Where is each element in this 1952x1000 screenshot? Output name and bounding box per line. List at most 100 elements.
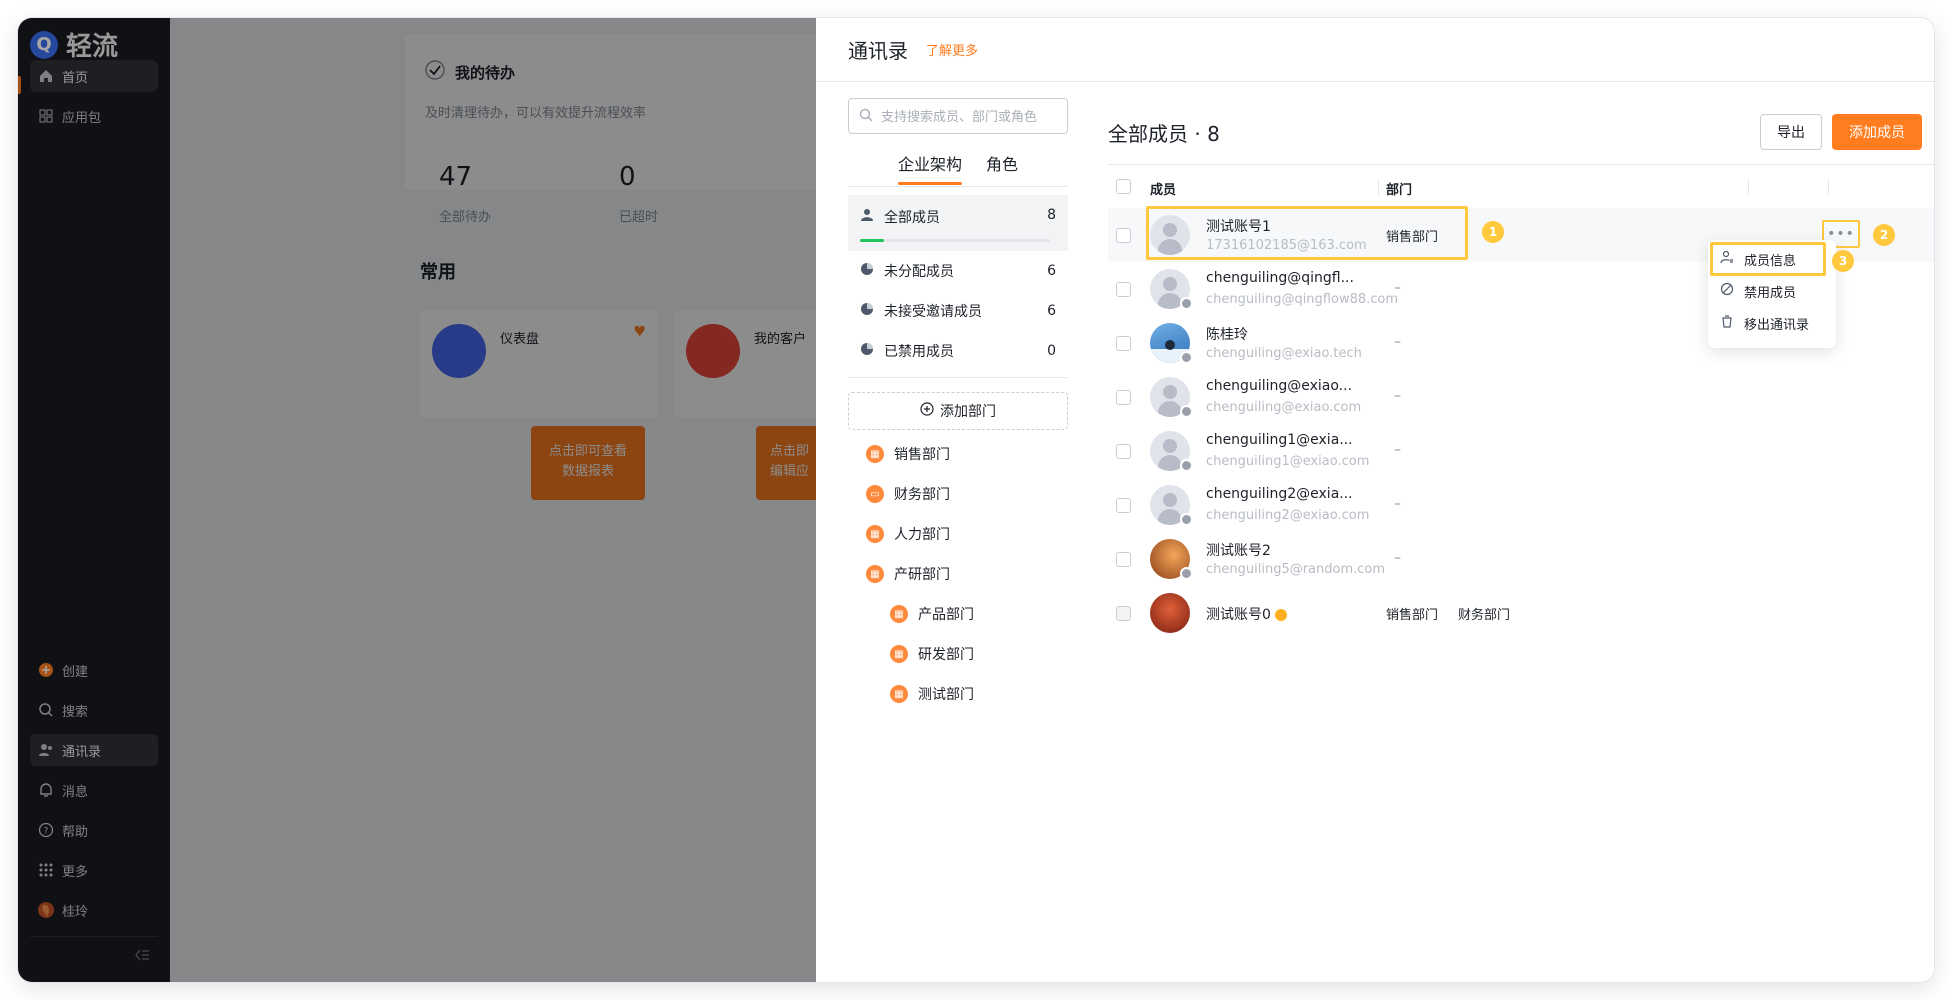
member-name: chenguiling@exiao... <box>1206 378 1353 394</box>
member-name: chenguiling2@exia... <box>1206 486 1353 502</box>
member-name: 测试账号2 <box>1206 543 1271 559</box>
row-checkbox[interactable] <box>1116 552 1131 567</box>
column-separator <box>1828 179 1829 195</box>
table-row[interactable]: 测试账号0 销售部门 财务部门 <box>1108 586 1934 640</box>
menu-item-disable-member[interactable]: 禁用成员 <box>1720 278 1796 304</box>
row-checkbox[interactable] <box>1116 228 1131 243</box>
department-icon: ▦ <box>890 645 908 663</box>
tab-org-structure[interactable]: 企业架构 <box>897 141 963 185</box>
column-member: 成员 <box>1150 183 1177 198</box>
dept-sales[interactable]: ▦ 销售部门 <box>848 434 1068 474</box>
member-email: chenguiling1@exiao.com <box>1206 454 1370 469</box>
member-department: – <box>1394 280 1401 296</box>
add-department-label: 添加部门 <box>940 404 996 420</box>
column-separator <box>1748 179 1749 195</box>
column-separator <box>1378 179 1379 195</box>
table-row[interactable]: 测试账号2 chenguiling5@random.com – <box>1108 532 1934 586</box>
callout-number-3: 3 <box>1832 250 1854 272</box>
pie-icon <box>860 302 874 320</box>
member-name: 测试账号0 <box>1206 604 1287 624</box>
pie-icon <box>860 342 874 360</box>
member-department: – <box>1394 550 1401 566</box>
pending-status-badge <box>1180 405 1193 418</box>
member-department: – <box>1394 388 1401 404</box>
table-header: 成员 部门 <box>1108 164 1934 208</box>
table-row[interactable]: chenguiling@exiao... chenguiling@exiao.c… <box>1108 370 1934 424</box>
table-row[interactable]: chenguiling1@exia... chenguiling1@exiao.… <box>1108 424 1934 478</box>
app-window: Q 轻流 首页 应用包 创建 搜索 通讯录 消息 ? 帮助 更多 桂玲 我的待办… <box>18 18 1934 982</box>
member-department: 销售部门 <box>1386 608 1439 623</box>
owner-icon <box>1274 609 1287 621</box>
row-checkbox[interactable] <box>1116 336 1131 351</box>
group-all-members[interactable]: 全部成员 8 <box>848 195 1068 251</box>
drawer-title: 通讯录 <box>848 39 908 63</box>
export-button[interactable]: 导出 <box>1760 114 1822 150</box>
callout-number-2: 2 <box>1873 224 1895 246</box>
group-unassigned[interactable]: 未分配成员 6 <box>848 251 1068 291</box>
dept-engineering[interactable]: ▦ 研发部门 <box>848 634 1068 674</box>
pending-status-badge <box>1180 567 1193 580</box>
group-count: 6 <box>1047 303 1056 319</box>
add-department-button[interactable]: 添加部门 <box>848 392 1068 430</box>
menu-item-label: 移出通讯录 <box>1744 317 1810 333</box>
dept-label: 人力部门 <box>894 527 950 543</box>
modal-overlay[interactable] <box>170 18 816 982</box>
member-department: – <box>1394 496 1401 512</box>
group-not-accepted[interactable]: 未接受邀请成员 6 <box>848 291 1068 331</box>
pie-icon <box>860 262 874 280</box>
member-email: chenguiling@qingflow88.com <box>1206 292 1399 307</box>
tab-roles[interactable]: 角色 <box>986 141 1018 185</box>
ban-icon <box>1720 282 1734 300</box>
dept-product[interactable]: ▦ 产品部门 <box>848 594 1068 634</box>
department-icon: ▦ <box>866 445 884 463</box>
pending-status-badge <box>1180 513 1193 526</box>
dept-rnd[interactable]: ▦ 产研部门 <box>848 554 1068 594</box>
select-all-checkbox[interactable] <box>1116 179 1131 194</box>
search-icon <box>859 107 873 126</box>
groups-divider <box>848 377 1068 378</box>
dept-finance[interactable]: ▭ 财务部门 <box>848 474 1068 514</box>
dept-label: 测试部门 <box>918 687 974 703</box>
callout-number-1: 1 <box>1482 221 1504 243</box>
column-department: 部门 <box>1386 183 1413 198</box>
row-checkbox[interactable] <box>1116 390 1131 405</box>
org-tree-panel: 企业架构 角色 全部成员 8 未分配成员 6 未接受邀请成员 6 已 <box>848 98 1068 714</box>
member-department-2: 财务部门 <box>1458 608 1511 623</box>
progress-bar <box>860 239 1050 242</box>
dept-label: 产研部门 <box>894 567 950 583</box>
drawer-header: 通讯录 了解更多 <box>816 18 1934 82</box>
row-checkbox[interactable] <box>1116 282 1131 297</box>
department-icon: ▦ <box>866 525 884 543</box>
member-search[interactable] <box>848 98 1068 134</box>
group-label: 已禁用成员 <box>884 344 954 360</box>
avatar <box>1150 593 1190 633</box>
department-icon: ▦ <box>890 605 908 623</box>
row-checkbox[interactable] <box>1116 444 1131 459</box>
table-row[interactable]: chenguiling2@exia... chenguiling2@exiao.… <box>1108 478 1934 532</box>
group-disabled[interactable]: 已禁用成员 0 <box>848 331 1068 371</box>
menu-item-remove-member[interactable]: 移出通讯录 <box>1720 310 1809 336</box>
dept-label: 研发部门 <box>918 647 974 663</box>
menu-item-label: 禁用成员 <box>1744 285 1797 301</box>
dept-label: 产品部门 <box>918 607 974 623</box>
learn-more-link[interactable]: 了解更多 <box>926 40 978 59</box>
trash-icon <box>1720 314 1734 332</box>
pending-status-badge <box>1180 297 1193 310</box>
nav-dim-overlay <box>18 18 170 982</box>
member-context-menu: 成员信息 3 禁用成员 移出通讯录 <box>1708 240 1854 348</box>
search-input[interactable] <box>881 108 1061 124</box>
dept-label: 财务部门 <box>894 487 950 503</box>
member-name: chenguiling@qingfl... <box>1206 270 1354 286</box>
org-tabs: 企业架构 角色 <box>848 140 1068 186</box>
member-name: 陈桂玲 <box>1206 327 1248 343</box>
member-email: chenguiling@exiao.tech <box>1206 346 1362 361</box>
row-checkbox <box>1116 606 1131 621</box>
dept-testing[interactable]: ▦ 测试部门 <box>848 674 1068 714</box>
add-member-button[interactable]: 添加成员 <box>1832 114 1922 150</box>
member-name-text: 测试账号0 <box>1206 607 1271 623</box>
progress-fill <box>860 239 884 242</box>
dept-hr[interactable]: ▦ 人力部门 <box>848 514 1068 554</box>
row-checkbox[interactable] <box>1116 498 1131 513</box>
members-title: 全部成员 · 8 <box>1108 122 1220 146</box>
group-count: 8 <box>1047 207 1056 223</box>
